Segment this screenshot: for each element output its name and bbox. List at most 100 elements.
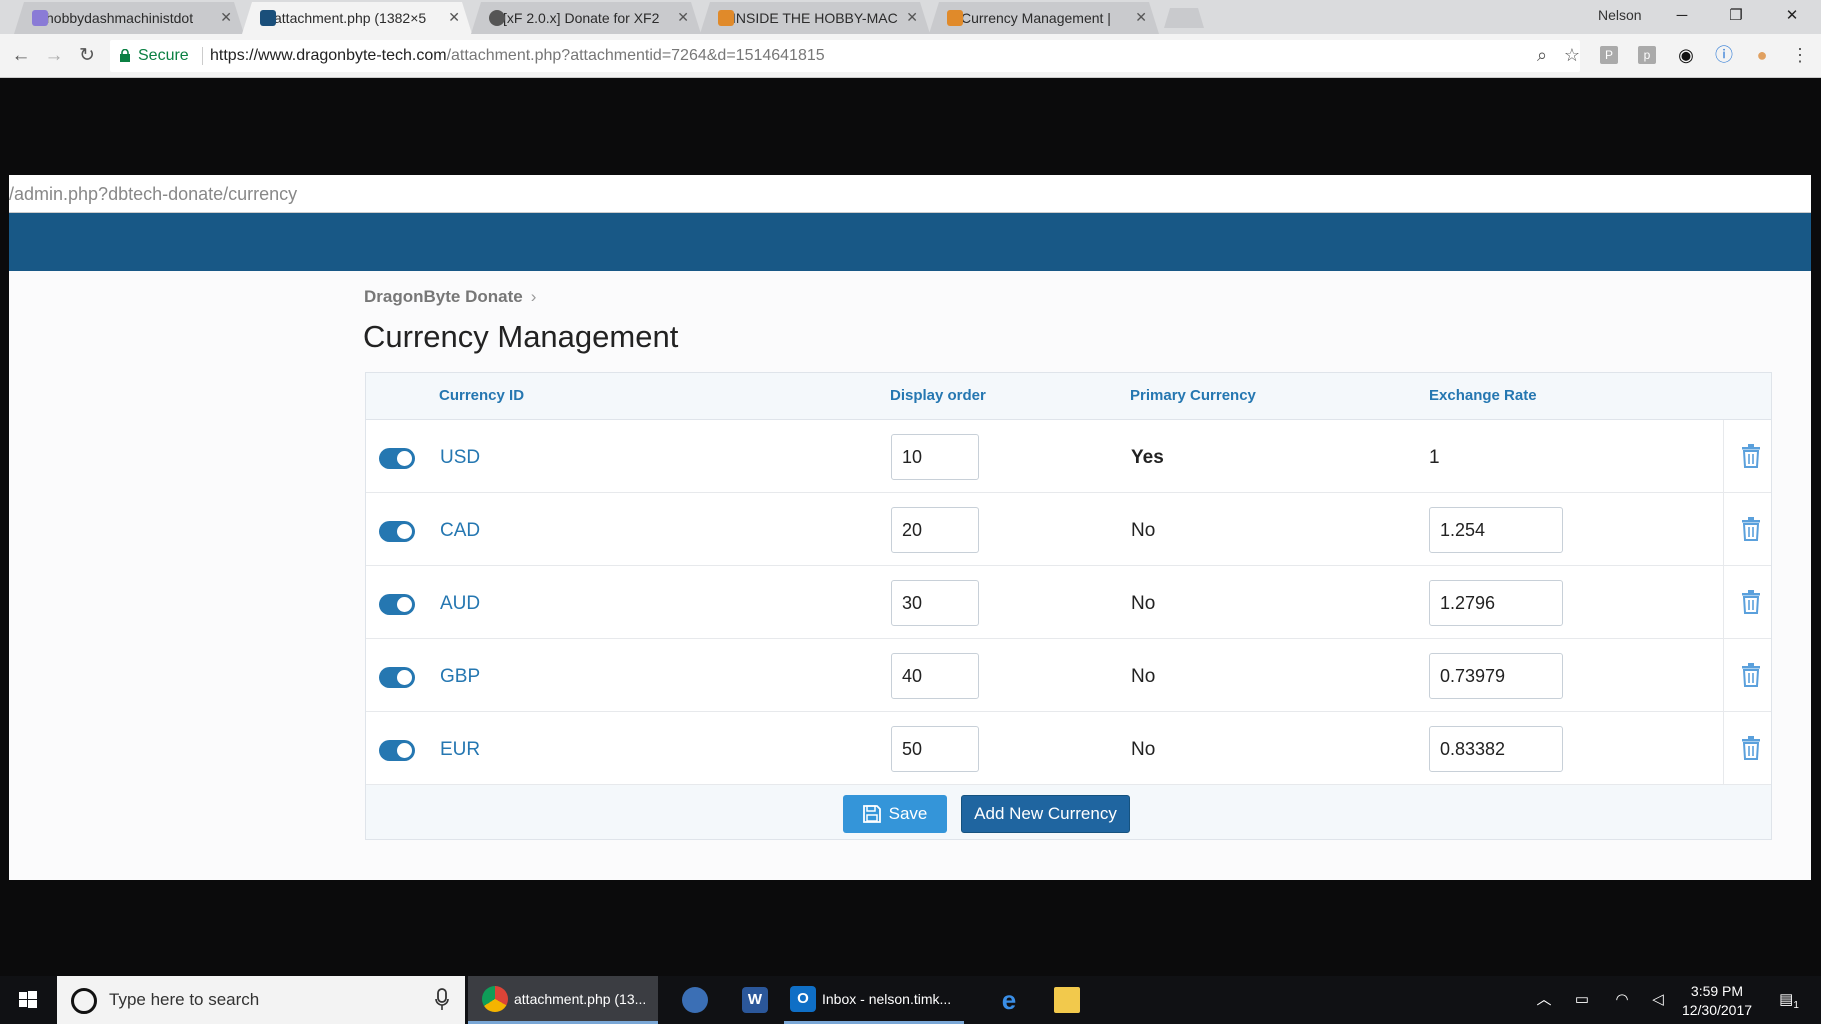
menu-kebab-icon[interactable]: ⋮ <box>1789 44 1811 66</box>
close-window-icon[interactable]: ✕ <box>1772 4 1812 28</box>
reload-icon[interactable]: ↻ <box>75 44 99 68</box>
tab-close-icon[interactable]: ✕ <box>448 9 460 26</box>
taskbar-chrome-app[interactable]: attachment.php (13... <box>468 976 658 1024</box>
folder-icon <box>1054 987 1080 1013</box>
exchange-rate-input[interactable] <box>1429 726 1563 772</box>
exchange-rate-input[interactable] <box>1429 580 1563 626</box>
chevron-up-icon[interactable]: ︿ <box>1534 990 1554 1010</box>
browser-tab-1[interactable]: hobbydashmachinistdot ✕ <box>14 2 244 34</box>
taskbar-word-app[interactable]: W <box>728 976 782 1024</box>
currency-id-link[interactable]: USD <box>440 447 480 469</box>
clock-time: 3:59 PM <box>1690 983 1744 999</box>
enable-toggle[interactable] <box>379 594 415 615</box>
trash-icon[interactable] <box>1741 517 1761 541</box>
battery-icon[interactable]: ▭ <box>1572 990 1592 1010</box>
trash-icon[interactable] <box>1741 663 1761 687</box>
taskbar-explorer-app[interactable] <box>1040 976 1094 1024</box>
save-label: Save <box>888 804 928 823</box>
tab-label: attachment.php (1382×5 <box>274 10 427 26</box>
currency-id-link[interactable]: GBP <box>440 666 480 688</box>
tab-close-icon[interactable]: ✕ <box>220 9 232 26</box>
lock-icon <box>120 49 130 62</box>
zoom-icon[interactable]: ⌕ <box>1531 44 1553 66</box>
enable-toggle[interactable] <box>379 521 415 542</box>
microphone-icon[interactable] <box>435 988 449 1012</box>
taskbar-app-label: attachment.php (13... <box>514 990 647 1007</box>
column-header-currency-id[interactable]: Currency ID <box>439 387 524 404</box>
display-order-input[interactable] <box>891 507 979 553</box>
windows-start-icon[interactable] <box>0 976 56 1024</box>
add-label: Add New Currency <box>974 804 1117 823</box>
inner-address-bar: /admin.php?dbtech-donate/currency <box>9 175 1811 213</box>
primary-currency-value: No <box>1131 593 1156 614</box>
enable-toggle[interactable] <box>379 667 415 688</box>
currency-id-link[interactable]: EUR <box>440 739 480 761</box>
taskbar-search-box[interactable]: Type here to search <box>57 976 465 1024</box>
column-header-display-order[interactable]: Display order <box>890 387 986 404</box>
tab-label: [xF 2.0.x] Donate for XF2 <box>503 10 660 26</box>
extension-icon[interactable]: P <box>1600 46 1618 64</box>
taskbar-outlook-app[interactable]: O Inbox - nelson.timk... <box>784 976 964 1024</box>
browser-tabstrip: hobbydashmachinistdot ✕ attachment.php (… <box>0 0 1821 34</box>
wifi-icon[interactable]: ◠ <box>1612 990 1632 1010</box>
secure-label: Secure <box>138 47 189 64</box>
currency-id-link[interactable]: CAD <box>440 520 480 542</box>
address-bar[interactable]: Secure https://www.dragonbyte-tech.com/a… <box>110 40 1580 72</box>
minimize-icon[interactable]: ─ <box>1662 4 1702 28</box>
page-title: Currency Management <box>363 319 679 354</box>
trash-icon[interactable] <box>1741 590 1761 614</box>
browser-tab-5[interactable]: Currency Management | ✕ <box>929 2 1159 34</box>
breadcrumb[interactable]: DragonByte Donate › <box>364 287 536 307</box>
tab-close-icon[interactable]: ✕ <box>677 9 689 26</box>
profile-name[interactable]: Nelson <box>1598 7 1642 23</box>
currency-id-link[interactable]: AUD <box>440 593 480 615</box>
browser-tab-2[interactable]: attachment.php (1382×5 ✕ <box>242 2 472 34</box>
toggle-knob <box>397 743 412 758</box>
notification-center-icon[interactable]: ▤1 <box>1774 990 1804 1011</box>
exchange-rate-input[interactable] <box>1429 507 1563 553</box>
bookmark-star-icon[interactable]: ☆ <box>1561 44 1583 66</box>
profile-avatar-icon[interactable]: ● <box>1751 44 1773 66</box>
taskbar-edge-app[interactable]: e <box>982 976 1036 1024</box>
exchange-rate-input[interactable] <box>1429 653 1563 699</box>
trash-icon[interactable] <box>1741 444 1761 468</box>
forward-arrow-icon[interactable]: → <box>42 44 66 68</box>
enable-toggle[interactable] <box>379 448 415 469</box>
table-header: Currency ID Display order Primary Curren… <box>366 373 1771 420</box>
tab-close-icon[interactable]: ✕ <box>906 9 918 26</box>
floppy-disk-icon <box>862 805 881 823</box>
tab-label: hobbydashmachinistdot <box>46 10 194 26</box>
add-new-currency-button[interactable]: Add New Currency <box>961 795 1130 833</box>
display-order-input[interactable] <box>891 726 979 772</box>
exchange-rate-value: 1 <box>1429 447 1440 468</box>
cortana-icon[interactable] <box>71 988 97 1014</box>
display-order-input[interactable] <box>891 580 979 626</box>
taskbar-tool-app[interactable] <box>668 976 722 1024</box>
new-tab-button[interactable] <box>1164 8 1204 28</box>
chat-extension-icon[interactable]: ◉ <box>1675 44 1697 66</box>
primary-currency-value: Yes <box>1131 447 1164 468</box>
display-order-input[interactable] <box>891 653 979 699</box>
tab-label: Currency Management | <box>961 10 1111 26</box>
back-arrow-icon[interactable]: ← <box>9 44 33 68</box>
column-header-primary-currency[interactable]: Primary Currency <box>1130 387 1256 404</box>
restore-icon[interactable]: ❐ <box>1716 4 1756 28</box>
omnibox-divider <box>202 47 203 65</box>
browser-tab-4[interactable]: INSIDE THE HOBBY-MAC ✕ <box>700 2 930 34</box>
clock-date: 12/30/2017 <box>1681 1002 1753 1018</box>
info-extension-icon[interactable]: ⓘ <box>1713 44 1735 66</box>
volume-icon[interactable]: ◁ <box>1648 990 1668 1010</box>
save-button[interactable]: Save <box>843 795 947 833</box>
inner-url-text: /admin.php?dbtech-donate/currency <box>9 184 298 204</box>
primary-currency-value: No <box>1131 739 1156 760</box>
browser-tab-3[interactable]: [xF 2.0.x] Donate for XF2 ✕ <box>471 2 701 34</box>
display-order-input[interactable] <box>891 434 979 480</box>
extension-icon[interactable]: p <box>1638 46 1656 64</box>
taskbar-clock[interactable]: 3:59 PM 12/30/2017 <box>1672 982 1762 1020</box>
tab-close-icon[interactable]: ✕ <box>1135 9 1147 26</box>
trash-icon[interactable] <box>1741 736 1761 760</box>
column-header-exchange-rate[interactable]: Exchange Rate <box>1429 387 1537 404</box>
breadcrumb-item[interactable]: DragonByte Donate <box>364 287 523 306</box>
form-footer: Save Add New Currency <box>366 785 1771 839</box>
enable-toggle[interactable] <box>379 740 415 761</box>
